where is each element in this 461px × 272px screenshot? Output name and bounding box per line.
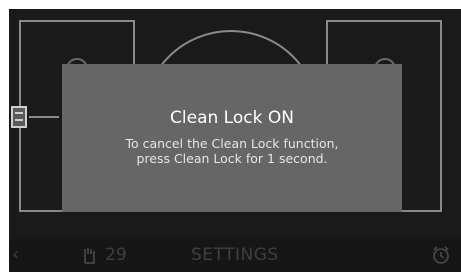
- display-screen: ‹ 29 SETTINGS Clean Lock ON To cancel th…: [9, 9, 461, 272]
- bottom-bar: ‹ 29 SETTINGS: [9, 239, 461, 272]
- clean-lock-dialog: Clean Lock ON To cancel the Clean Lock f…: [62, 64, 402, 212]
- left-arrow-icon[interactable]: ‹: [12, 244, 19, 265]
- dialog-message-line1: To cancel the Clean Lock function,: [125, 136, 339, 151]
- lock-status-icon: [11, 106, 27, 128]
- timer-value: 29: [105, 245, 127, 265]
- dialog-title: Clean Lock ON: [170, 108, 294, 128]
- dialog-message-line2: press Clean Lock for 1 second.: [136, 151, 328, 166]
- hand-touch-icon[interactable]: [79, 245, 99, 265]
- alarm-clock-icon[interactable]: [431, 245, 451, 265]
- dialog-message: To cancel the Clean Lock function, press…: [62, 136, 402, 166]
- settings-button[interactable]: SETTINGS: [191, 245, 278, 265]
